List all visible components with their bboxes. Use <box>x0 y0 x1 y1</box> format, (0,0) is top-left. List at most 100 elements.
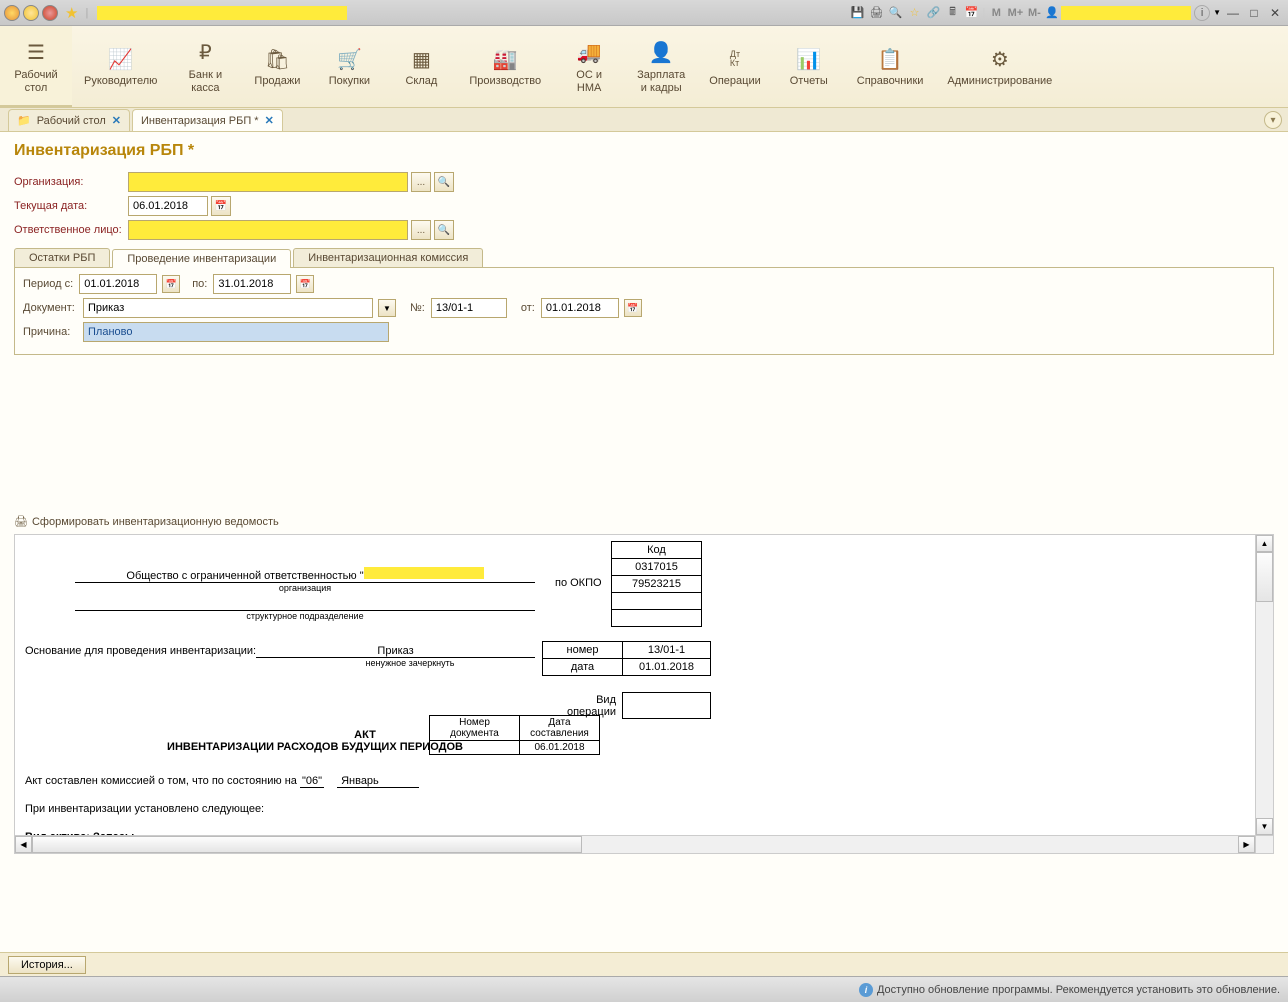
date-label: Текущая дата: <box>14 200 124 212</box>
vertical-scrollbar[interactable]: ▲ ▼ <box>1255 535 1273 835</box>
cal-icon[interactable]: 📅 <box>624 299 642 317</box>
horizontal-scrollbar[interactable]: ◀ ▶ <box>15 835 1255 853</box>
org-ellipsis-button[interactable]: ... <box>411 172 431 192</box>
act-text-1: Акт составлен комиссией о том, что по со… <box>25 775 300 787</box>
menu-refs[interactable]: 📋Справочники <box>845 26 936 107</box>
nav-stop-icon[interactable] <box>42 5 58 21</box>
period-to-input[interactable]: 31.01.2018 <box>213 274 291 294</box>
tab-inventory[interactable]: Инвентаризация РБП * ✕ <box>132 109 283 131</box>
calc-icon[interactable]: 🖩 <box>945 5 961 21</box>
tab-label: Инвентаризация РБП * <box>141 115 259 127</box>
save-icon[interactable]: 💾 <box>850 5 866 21</box>
tab-close-icon[interactable]: ✕ <box>265 114 274 127</box>
menu-reports[interactable]: 📊Отчеты <box>773 26 845 107</box>
menu-bank[interactable]: ₽Банк икасса <box>169 26 241 107</box>
menu-desktop[interactable]: ☰Рабочийстол <box>0 26 72 107</box>
menu-operations[interactable]: ДтКтОперации <box>697 26 772 107</box>
menu-warehouse[interactable]: ▦Склад <box>385 26 457 107</box>
scroll-thumb[interactable] <box>1256 552 1273 602</box>
chart-icon: 📈 <box>108 47 133 71</box>
date-input[interactable]: 06.01.2018 <box>128 196 208 216</box>
cal-icon[interactable]: 📅 <box>296 275 314 293</box>
doc-select[interactable]: Приказ <box>83 298 373 318</box>
user-icon: 👤 <box>1045 6 1059 19</box>
document-footer: История... <box>0 952 1288 976</box>
help-icon[interactable]: i <box>1194 5 1210 21</box>
close-button[interactable]: ✕ <box>1266 5 1284 21</box>
print-icon[interactable]: 🖨 <box>869 5 885 21</box>
nav-fwd-icon[interactable] <box>23 5 39 21</box>
preview-icon[interactable]: 🔍 <box>888 5 904 21</box>
dtkt-icon: ДтКт <box>730 47 740 71</box>
scroll-right-icon[interactable]: ▶ <box>1238 836 1255 853</box>
period-from-input[interactable]: 01.01.2018 <box>79 274 157 294</box>
desktop-icon: 📁 <box>17 114 31 127</box>
calendar-icon[interactable]: 📅 <box>964 5 980 21</box>
scroll-up-icon[interactable]: ▲ <box>1256 535 1273 552</box>
minimize-button[interactable]: — <box>1224 5 1242 21</box>
tab-close-icon[interactable]: ✕ <box>112 114 121 127</box>
history-button[interactable]: История... <box>8 956 86 974</box>
m-icon[interactable]: M <box>988 5 1004 21</box>
act-text-2: При инвентаризации установлено следующее… <box>25 803 264 815</box>
scroll-left-icon[interactable]: ◀ <box>15 836 32 853</box>
menu-manager[interactable]: 📈Руководителю <box>72 26 169 107</box>
dd-icon[interactable]: ▼ <box>1213 8 1221 17</box>
document-tabs: 📁 Рабочий стол ✕ Инвентаризация РБП * ✕ … <box>0 108 1288 132</box>
code-table: Код 0317015 79523215 <box>611 541 702 627</box>
resp-ellipsis-button[interactable]: ... <box>411 220 431 240</box>
document-title: Инвентаризация РБП * <box>14 142 1274 160</box>
org-search-button[interactable]: 🔍 <box>434 172 454 192</box>
org-input[interactable] <box>128 172 408 192</box>
menu-sales[interactable]: 🛍Продажи <box>241 26 313 107</box>
cart-icon: 🛒 <box>337 47 362 71</box>
sub-tabs: Остатки РБП Проведение инвентаризации Ин… <box>14 248 1274 268</box>
scroll-thumb[interactable] <box>32 836 582 853</box>
tabs-menu-button[interactable]: ▾ <box>1264 111 1282 129</box>
info-icon: i <box>859 983 873 997</box>
scroll-down-icon[interactable]: ▼ <box>1256 818 1273 835</box>
bars-icon: 📊 <box>796 47 821 71</box>
clipboard-icon: 📋 <box>878 47 903 71</box>
menu-assets[interactable]: 🚚ОС иНМА <box>553 26 625 107</box>
menu-salary[interactable]: 👤Зарплатаи кадры <box>625 26 697 107</box>
nav-back-icon[interactable] <box>4 5 20 21</box>
reason-input[interactable]: Планово <box>83 322 389 342</box>
status-message[interactable]: i Доступно обновление программы. Рекомен… <box>859 983 1280 997</box>
resp-label: Ответственное лицо: <box>14 224 124 236</box>
favorite-icon[interactable]: ★ <box>65 4 78 22</box>
subtab-commission[interactable]: Инвентаризационная комиссия <box>293 248 483 267</box>
document-content: Инвентаризация РБП * Организация: ... 🔍 … <box>0 132 1288 952</box>
subtab-balances[interactable]: Остатки РБП <box>14 248 110 267</box>
org-sublabel: организация <box>75 583 535 593</box>
act-title-1: АКТ <box>305 729 425 741</box>
maximize-button[interactable]: □ <box>1245 5 1263 21</box>
cal-icon[interactable]: 📅 <box>162 275 180 293</box>
resp-search-button[interactable]: 🔍 <box>434 220 454 240</box>
m-minus-icon[interactable]: M- <box>1026 5 1042 21</box>
okpo-label: по ОКПО <box>555 577 602 589</box>
menu-production[interactable]: 🏭Производство <box>457 26 553 107</box>
user-area[interactable]: 👤 <box>1045 6 1191 20</box>
tab-label: Рабочий стол <box>37 115 106 127</box>
from-date-input[interactable]: 01.01.2018 <box>541 298 619 318</box>
menu-admin[interactable]: ⚙Администрирование <box>935 26 1064 107</box>
num-value: 13/01-1 <box>623 642 711 659</box>
star-icon[interactable]: ☆ <box>907 5 923 21</box>
report-body: Код 0317015 79523215 по ОКПО Общество с … <box>15 535 1255 835</box>
generate-report-link[interactable]: 🖨 Сформировать инвентаризационную ведомо… <box>14 515 1274 528</box>
date-cal-button[interactable]: 📅 <box>211 196 231 216</box>
struct-sublabel: структурное подразделение <box>75 611 535 621</box>
num-input[interactable]: 13/01-1 <box>431 298 507 318</box>
link-icon[interactable]: 🔗 <box>926 5 942 21</box>
factory-icon: 🏭 <box>493 47 518 71</box>
basis-value: Приказ <box>256 645 535 658</box>
dropdown-icon[interactable]: ▼ <box>378 299 396 317</box>
tab-desktop[interactable]: 📁 Рабочий стол ✕ <box>8 109 130 131</box>
code-header: Код <box>612 542 702 559</box>
gear-icon: ⚙ <box>991 47 1009 71</box>
m-plus-icon[interactable]: M+ <box>1007 5 1023 21</box>
subtab-inventory[interactable]: Проведение инвентаризации <box>112 249 291 268</box>
menu-purchases[interactable]: 🛒Покупки <box>313 26 385 107</box>
resp-input[interactable] <box>128 220 408 240</box>
